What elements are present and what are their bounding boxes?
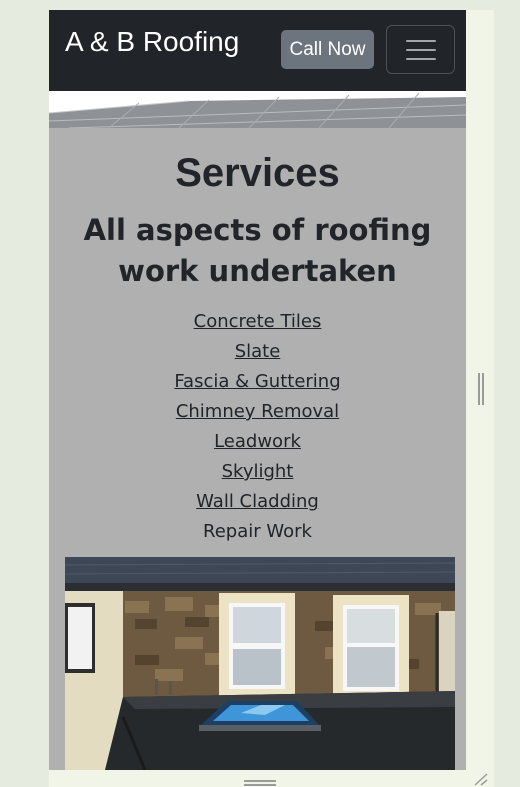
navbar: A & B Roofing Call Now: [49, 10, 466, 91]
service-link[interactable]: Concrete Tiles: [194, 311, 322, 332]
service-link[interactable]: Leadwork: [214, 431, 301, 452]
service-list-item: Slate: [49, 337, 466, 367]
service-list-item: Wall Cladding: [49, 487, 466, 517]
service-list-item: Concrete Tiles: [49, 307, 466, 337]
service-label: Repair Work: [203, 521, 312, 542]
service-list-item: Leadwork: [49, 427, 466, 457]
service-list-item: Chimney Removal: [49, 397, 466, 427]
service-list-item: Fascia & Guttering: [49, 367, 466, 397]
resize-corner-icon[interactable]: [472, 772, 488, 786]
brand-logo-text[interactable]: A & B Roofing: [65, 26, 239, 58]
roof-banner-image: [49, 91, 466, 128]
menu-toggle-button[interactable]: [386, 25, 455, 74]
services-subtitle: All aspects of roofing work undertaken: [83, 213, 432, 288]
services-title: Services: [175, 151, 340, 195]
service-link[interactable]: Fascia & Guttering: [174, 371, 340, 392]
resize-handle-bottom[interactable]: [244, 780, 276, 786]
call-now-button[interactable]: Call Now: [281, 30, 374, 69]
service-list-item: Repair Work: [49, 517, 466, 547]
service-link[interactable]: Slate: [235, 341, 281, 362]
skylight-project-photo: [65, 557, 455, 770]
service-list-item: Skylight: [49, 457, 466, 487]
page-viewport: A & B Roofing Call Now Services All aspe…: [49, 10, 466, 770]
service-link[interactable]: Wall Cladding: [196, 491, 319, 512]
resize-handle-right[interactable]: [478, 373, 484, 405]
service-link[interactable]: Chimney Removal: [176, 401, 339, 422]
service-link[interactable]: Skylight: [222, 461, 294, 482]
service-list: Concrete Tiles Slate Fascia & Guttering Chi…: [49, 307, 466, 547]
